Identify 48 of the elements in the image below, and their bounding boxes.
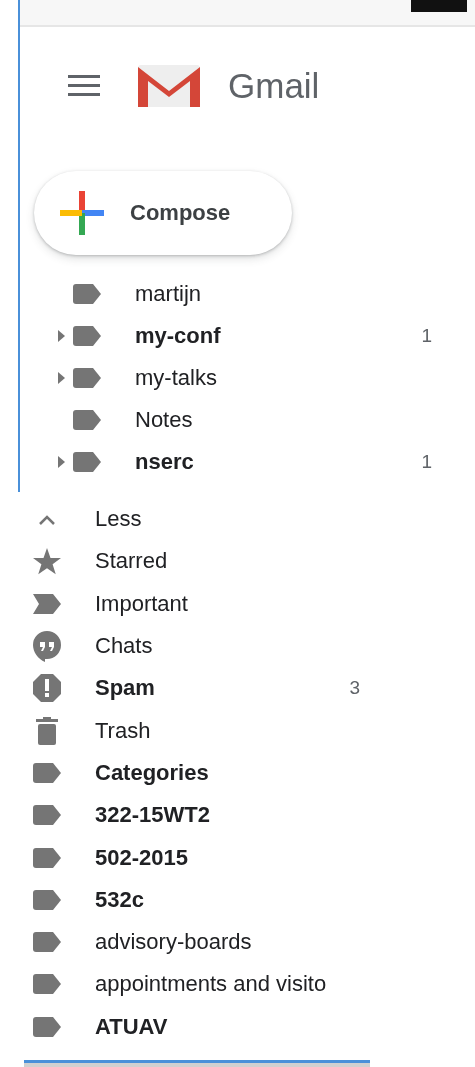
label-icon xyxy=(73,368,101,388)
unread-count: 3 xyxy=(349,677,360,700)
label-icon xyxy=(33,1016,61,1037)
label-icon xyxy=(33,847,61,868)
plus-icon xyxy=(60,191,104,235)
envelope-logo-icon[interactable] xyxy=(136,63,202,109)
label-icon xyxy=(33,974,61,995)
label-name[interactable]: nserc xyxy=(135,449,194,475)
star-icon xyxy=(33,547,61,575)
warning-octagon-icon xyxy=(33,674,61,703)
label-icon xyxy=(33,932,61,953)
label-icon xyxy=(33,762,61,783)
important-marker-icon xyxy=(33,593,61,614)
folder-name[interactable]: 322-15WT2 xyxy=(95,802,210,829)
trash-icon xyxy=(36,716,58,745)
label-icon xyxy=(73,410,101,430)
folder-name[interactable]: advisory-boards xyxy=(95,929,252,956)
dark-toolbar-block xyxy=(411,0,467,12)
label-name[interactable]: Notes xyxy=(135,407,193,433)
folder-name[interactable]: Chats xyxy=(95,633,153,660)
label-name[interactable]: my-talks xyxy=(135,365,217,391)
label-icon xyxy=(33,805,61,826)
folder-name[interactable]: 502-2015 xyxy=(95,844,188,871)
chat-bubble-icon xyxy=(33,630,61,662)
label-icon xyxy=(73,284,101,304)
compose-button[interactable]: Compose xyxy=(34,171,292,255)
folder-name[interactable]: appointments and visito xyxy=(95,971,327,998)
unread-count: 1 xyxy=(421,325,432,347)
unread-count: 1 xyxy=(421,451,432,473)
expand-arrow-icon[interactable] xyxy=(58,372,65,384)
app-title: Gmail xyxy=(228,66,320,106)
expand-arrow-icon[interactable] xyxy=(58,330,65,342)
label-name[interactable]: martijn xyxy=(135,281,201,307)
label-name[interactable]: my-conf xyxy=(135,323,221,349)
folder-name[interactable]: Categories xyxy=(95,759,209,786)
menu-icon[interactable] xyxy=(68,75,100,97)
folder-name[interactable]: Less xyxy=(95,506,142,533)
folder-name[interactable]: Important xyxy=(95,590,188,617)
folder-name[interactable]: Trash xyxy=(95,717,151,744)
folder-name[interactable]: 532c xyxy=(95,886,144,913)
chevron-up-icon xyxy=(38,513,56,525)
folder-name[interactable]: Starred xyxy=(95,548,168,575)
label-icon xyxy=(73,452,101,472)
folder-name[interactable]: Spam xyxy=(95,675,155,702)
expand-arrow-icon[interactable] xyxy=(58,456,65,468)
folder-name[interactable]: ATUAV xyxy=(95,1013,168,1040)
label-icon xyxy=(33,889,61,910)
label-icon xyxy=(73,326,101,346)
